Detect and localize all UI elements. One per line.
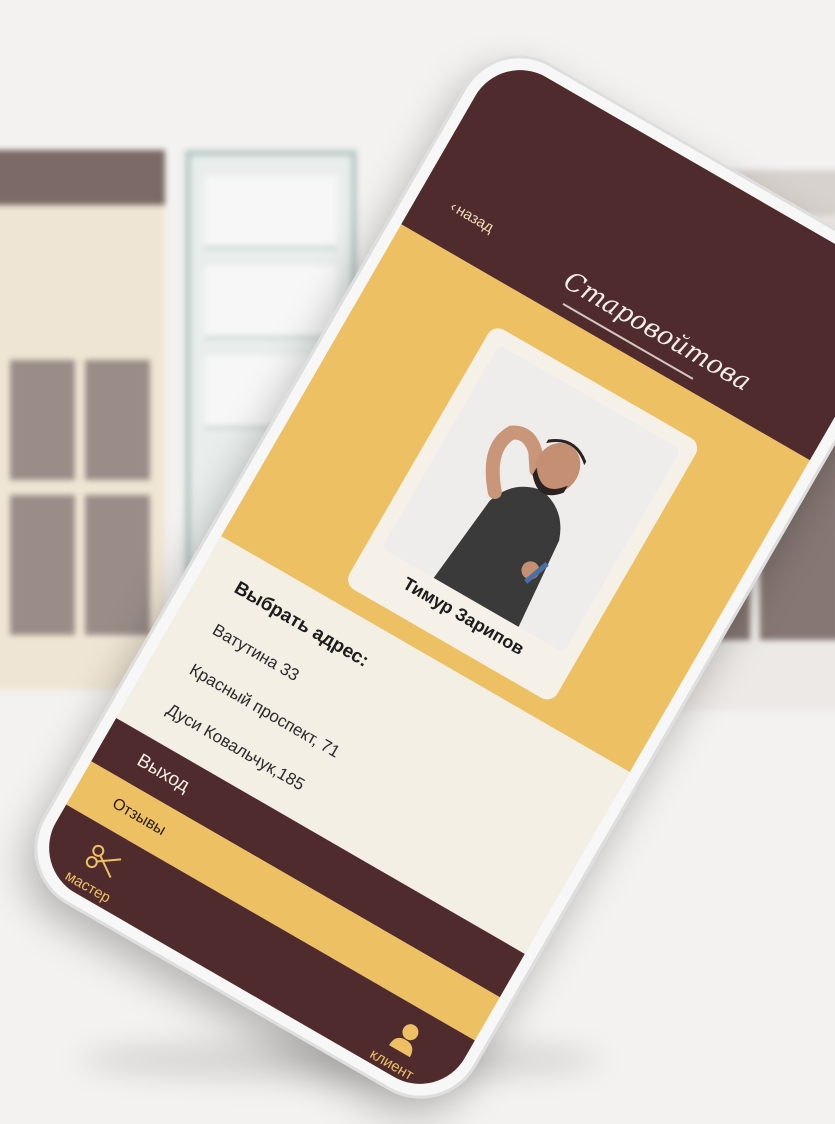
background-mockup-left xyxy=(0,150,165,690)
